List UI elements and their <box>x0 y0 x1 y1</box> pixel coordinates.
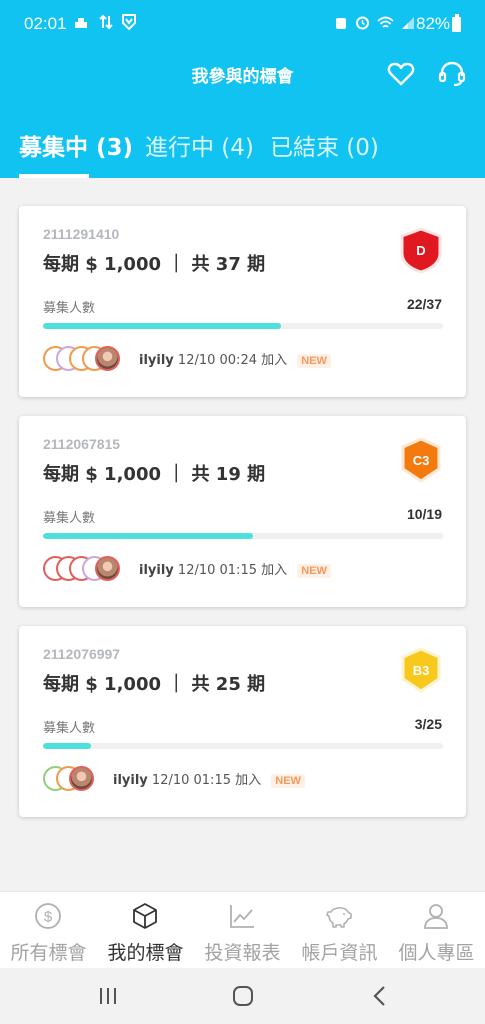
new-badge: NEW <box>297 354 331 368</box>
nav-personal-area[interactable]: 個人專區 <box>388 892 485 969</box>
nav-account-info[interactable]: 帳戶資訊 <box>291 892 388 969</box>
recent-apps-icon[interactable] <box>94 982 122 1010</box>
avatar <box>95 346 120 371</box>
dollar-coin-icon: $ <box>35 903 61 929</box>
group-id: 2112076997 <box>43 646 121 662</box>
nav-my-groups[interactable]: 我的標會 <box>97 892 194 969</box>
battery-percent: 82% <box>416 14 451 33</box>
latest-join: ilyily 12/10 00:24 加入 NEW <box>139 349 331 368</box>
nav-label: 所有標會 <box>10 942 87 964</box>
avatar <box>69 766 94 791</box>
recruit-label: 募集人數 <box>43 511 96 526</box>
transfer-icon <box>99 14 113 30</box>
join-time: 12/10 01:15 加入 <box>151 773 262 788</box>
recruit-progress-fill <box>43 743 91 749</box>
recruit-count: 10/19 <box>406 506 442 522</box>
grade-badge: D <box>400 227 442 274</box>
tab-bar: 募集中 (3) 進行中 (4) 已結束 (0) <box>0 128 485 178</box>
group-amount: 每期 $ 1,000 ｜ 共 37 期 <box>43 254 266 275</box>
nav-all-groups[interactable]: $ 所有標會 <box>0 892 97 969</box>
tab-in-progress[interactable]: 進行中 (4) <box>145 128 254 162</box>
piggy-bank-icon <box>326 907 352 928</box>
status-bar: 02:01 82% <box>0 0 485 48</box>
recruit-progress-fill <box>43 323 281 329</box>
join-username: ilyily <box>139 563 174 578</box>
bottom-nav: $ 所有標會 我的標會 投資報表 帳戶資訊 個人專區 <box>0 891 485 968</box>
group-id: 2112067815 <box>43 436 121 452</box>
latest-join: ilyily 12/10 01:15 加入 NEW <box>139 559 331 578</box>
recruit-progress-fill <box>43 533 254 539</box>
system-nav-bar <box>0 968 485 1024</box>
nav-label: 我的標會 <box>107 942 184 964</box>
recruit-count: 3/25 <box>414 716 442 732</box>
status-time: 02:01 <box>24 14 67 33</box>
group-amount: 每期 $ 1,000 ｜ 共 19 期 <box>43 464 266 485</box>
svg-text:$: $ <box>44 909 53 926</box>
shield-icon <box>122 14 137 31</box>
battery-icon <box>452 14 461 32</box>
bid-group-card[interactable]: 2111291410 每期 $ 1,000 ｜ 共 37 期 D 募集人數 22… <box>19 206 466 397</box>
group-amount: 每期 $ 1,000 ｜ 共 25 期 <box>43 674 266 695</box>
back-icon[interactable] <box>366 982 394 1010</box>
nav-label: 投資報表 <box>204 942 281 964</box>
tab-recruiting[interactable]: 募集中 (3) <box>19 128 133 162</box>
recruit-label: 募集人數 <box>43 301 96 316</box>
badge-label: C3 <box>413 453 430 468</box>
headset-icon[interactable] <box>438 60 466 88</box>
cube-icon <box>133 903 157 929</box>
new-badge: NEW <box>271 774 305 788</box>
status-left-icons <box>72 14 137 34</box>
tab-active-indicator <box>19 174 89 178</box>
join-username: ilyily <box>139 353 174 368</box>
signal-icon <box>401 17 414 29</box>
alarm-clock-icon <box>336 18 346 29</box>
recruit-label: 募集人數 <box>43 721 96 736</box>
latest-join: ilyily 12/10 01:15 加入 NEW <box>113 769 305 788</box>
join-username: ilyily <box>113 773 148 788</box>
user-icon <box>424 904 448 929</box>
tab-ended[interactable]: 已結束 (0) <box>270 128 379 162</box>
badge-label: D <box>416 243 425 258</box>
cloud-upload-icon <box>75 18 87 28</box>
group-id: 2111291410 <box>43 226 120 242</box>
line-chart-icon <box>230 905 254 928</box>
join-time: 12/10 00:24 加入 <box>177 353 288 368</box>
avatar <box>95 556 120 581</box>
nav-label: 個人專區 <box>398 942 475 964</box>
nav-label: 帳戶資訊 <box>301 942 378 964</box>
badge-label: B3 <box>413 663 430 678</box>
recruit-progress-bar <box>43 533 443 539</box>
grade-badge: B3 <box>401 647 441 693</box>
grade-badge: C3 <box>401 437 441 483</box>
home-icon[interactable] <box>229 982 257 1010</box>
recruit-count: 22/37 <box>406 296 442 312</box>
heart-icon[interactable] <box>387 60 415 88</box>
app-header: 02:01 82% 我參與的標會 募集中 (3) 進行中 (4) 已結束 (0) <box>0 0 485 178</box>
recruit-progress-bar <box>43 323 443 329</box>
status-right-icons <box>334 15 415 33</box>
nav-investment-report[interactable]: 投資報表 <box>194 892 291 969</box>
new-badge: NEW <box>297 564 331 578</box>
join-time: 12/10 01:15 加入 <box>177 563 288 578</box>
bid-group-card[interactable]: 2112067815 每期 $ 1,000 ｜ 共 19 期 C3 募集人數 1… <box>19 416 466 607</box>
bid-group-card[interactable]: 2112076997 每期 $ 1,000 ｜ 共 25 期 B3 募集人數 3… <box>19 626 466 817</box>
recruit-progress-bar <box>43 743 443 749</box>
alarm-icon <box>355 16 369 30</box>
wifi-icon <box>377 16 394 28</box>
